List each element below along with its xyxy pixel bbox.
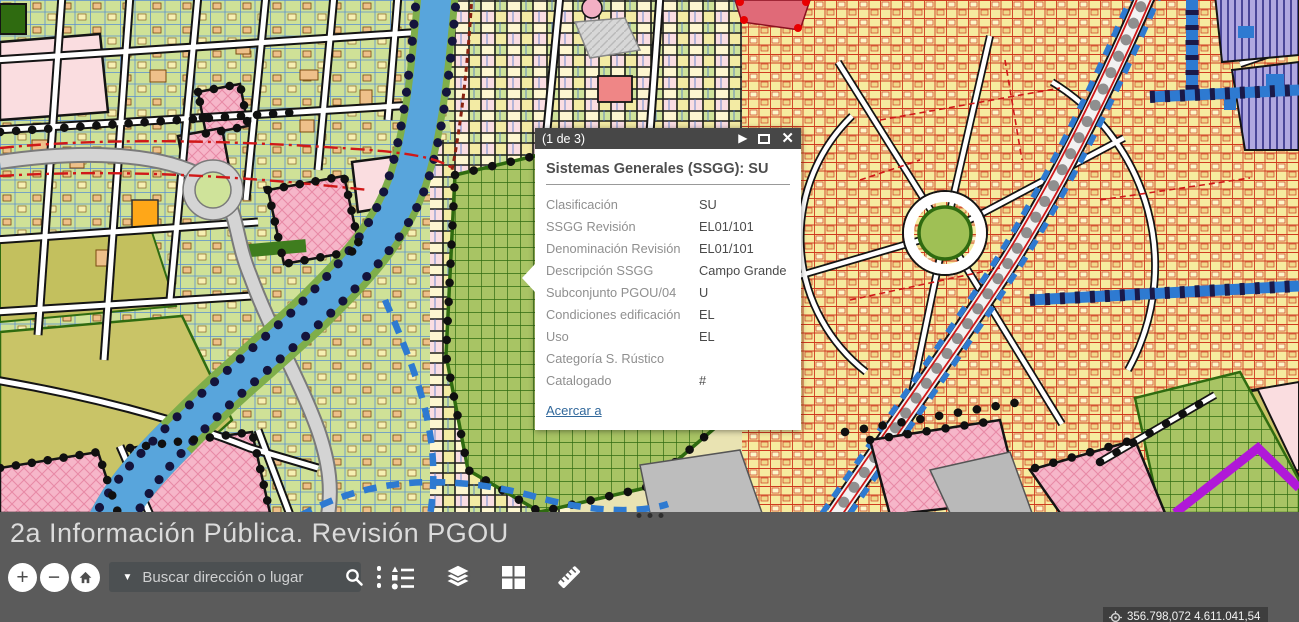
map-tools xyxy=(388,562,584,592)
layers-icon xyxy=(443,562,473,592)
home-button[interactable] xyxy=(71,563,100,592)
attribute-row: Catalogado # xyxy=(546,370,790,392)
attribute-row: SSGG Revisión EL01/101 xyxy=(546,216,790,238)
search-input[interactable] xyxy=(142,569,341,586)
attribute-table: Clasificación SU SSGG Revisión EL01/101 … xyxy=(546,194,790,392)
field-label: Uso xyxy=(546,326,699,348)
field-value: SU xyxy=(699,194,717,216)
field-label: Descripción SSGG xyxy=(546,260,699,282)
popup-header: (1 de 3) ▶ ✕ xyxy=(535,128,801,149)
app-window: (1 de 3) ▶ ✕ Sistemas Generales (SSGG): … xyxy=(0,0,1299,622)
app-title: 2a Información Pública. Revisión PGOU xyxy=(10,518,509,549)
attribute-row: Uso EL xyxy=(546,326,790,348)
field-value: U xyxy=(699,282,708,304)
attribute-row: Descripción SSGG Campo Grande xyxy=(546,260,790,282)
coordinates-readout: 356.798,072 4.611.041,54 xyxy=(1103,607,1268,622)
field-value: EL01/101 xyxy=(699,238,754,260)
zoom-in-button[interactable]: + xyxy=(8,563,37,592)
overflow-menu-icon[interactable] xyxy=(373,562,386,592)
layers-button[interactable] xyxy=(443,562,473,592)
crosshair-icon[interactable] xyxy=(1109,611,1122,622)
field-label: Clasificación xyxy=(546,194,699,216)
field-label: Categoría S. Rústico xyxy=(546,348,699,370)
legend-button[interactable] xyxy=(388,563,416,591)
field-label: SSGG Revisión xyxy=(546,216,699,238)
search-icon xyxy=(343,566,365,588)
zoom-out-button[interactable]: − xyxy=(40,563,69,592)
field-value: Campo Grande xyxy=(699,260,787,282)
attribute-row: Denominación Revisión EL01/101 xyxy=(546,238,790,260)
field-value: EL xyxy=(699,304,715,326)
field-label: Catalogado xyxy=(546,370,699,392)
measure-button[interactable] xyxy=(554,562,584,592)
measure-ruler-icon xyxy=(554,562,584,592)
attribute-row: Clasificación SU xyxy=(546,194,790,216)
map-controls: + − ▼ xyxy=(8,562,385,592)
maximize-icon[interactable] xyxy=(758,134,770,144)
search-box: ▼ xyxy=(109,562,361,592)
field-label: Denominación Revisión xyxy=(546,238,699,260)
home-icon xyxy=(77,569,94,586)
zoom-to-link[interactable]: Acercar a xyxy=(546,403,602,418)
popup-anchor-pointer xyxy=(522,264,535,292)
field-value: EL xyxy=(699,326,715,348)
close-icon[interactable]: ✕ xyxy=(781,128,794,149)
coordinates-text: 356.798,072 4.611.041,54 xyxy=(1127,611,1260,622)
basemap-gallery-button[interactable] xyxy=(500,564,527,591)
popup-pagination: (1 de 3) xyxy=(542,132,585,146)
popup-title: Sistemas Generales (SSGG): SU xyxy=(546,158,790,185)
basemap-grid-icon xyxy=(500,564,527,591)
field-label: Condiciones edificación xyxy=(546,304,699,326)
feature-popup: (1 de 3) ▶ ✕ Sistemas Generales (SSGG): … xyxy=(535,128,801,430)
bottom-bar: 2a Información Pública. Revisión PGOU + … xyxy=(0,512,1299,622)
field-value: # xyxy=(699,370,706,392)
attribute-row: Subconjunto PGOU/04 U xyxy=(546,282,790,304)
attribute-panel-handle[interactable] xyxy=(626,509,673,522)
search-button[interactable] xyxy=(341,566,367,588)
next-feature-icon[interactable]: ▶ xyxy=(738,128,747,149)
field-label: Subconjunto PGOU/04 xyxy=(546,282,699,304)
popup-body: Sistemas Generales (SSGG): SU Clasificac… xyxy=(535,149,801,430)
attribute-row: Condiciones edificación EL xyxy=(546,304,790,326)
search-source-dropdown-icon[interactable]: ▼ xyxy=(115,572,143,583)
legend-icon xyxy=(388,563,416,591)
attribute-row: Categoría S. Rústico xyxy=(546,348,790,370)
field-value: EL01/101 xyxy=(699,216,754,238)
